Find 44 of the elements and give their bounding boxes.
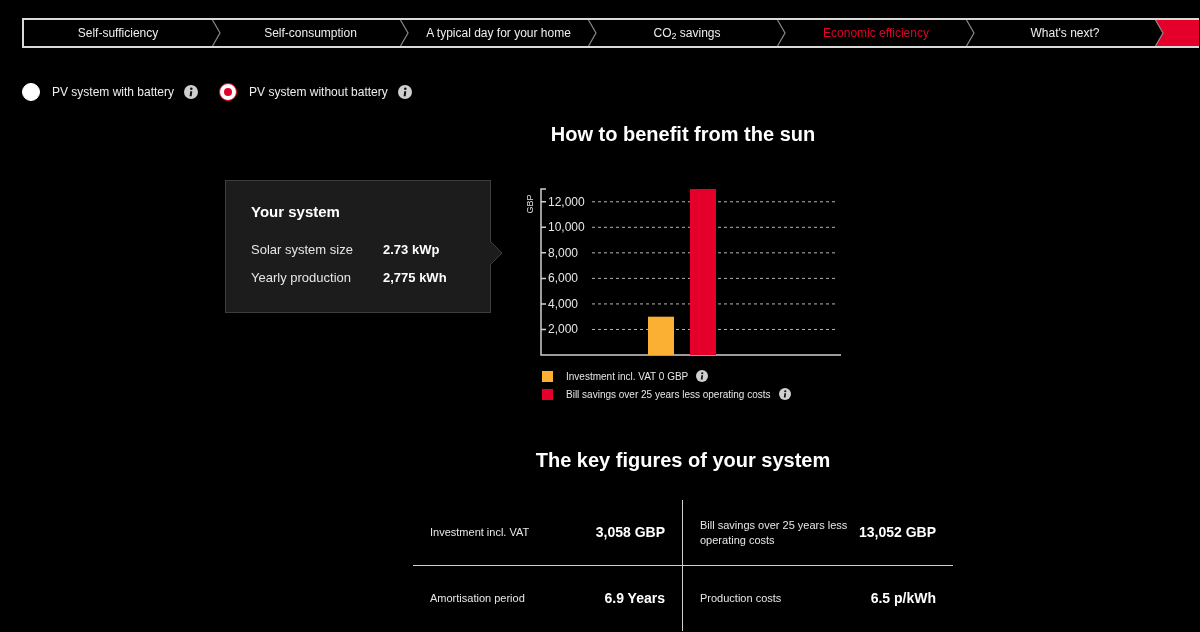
figure-label: Bill savings over 25 years less operating costs — [700, 517, 849, 548]
section-title: How to benefit from the sun — [550, 122, 816, 146]
figure-label: Production costs — [700, 591, 782, 606]
figure-label: Investment incl. VAT — [430, 525, 530, 540]
info-icon[interactable] — [397, 85, 412, 99]
option-label[interactable]: PV system with battery — [52, 83, 175, 101]
spec-label: Yearly production — [251, 269, 352, 287]
axis-title: GBP — [525, 194, 535, 214]
chevron-icon — [777, 20, 786, 46]
figure-value: 13,052 GBP — [858, 523, 936, 542]
figure-value: 6.5 p/kWh — [870, 589, 936, 608]
nav-tab[interactable]: CO$_{2}$ savings — [597, 20, 777, 46]
radio-button[interactable] — [219, 83, 238, 101]
section-title: The key figures of your system — [535, 448, 831, 472]
card-title: Your system — [251, 203, 341, 221]
chevron-icon — [400, 20, 409, 46]
nav-tab[interactable]: What's next? — [975, 20, 1155, 46]
chevron-icon — [966, 20, 975, 46]
chevron-icon — [212, 20, 221, 46]
axis-tick-label: 6,000 — [548, 271, 579, 286]
figure-value: 6.9 Years — [604, 589, 665, 608]
option-label[interactable]: PV system without battery — [249, 83, 388, 101]
axis-tick-label: 4,000 — [548, 296, 579, 311]
chart-bar — [648, 316, 674, 355]
info-icon[interactable] — [184, 85, 199, 99]
nav-tab[interactable]: Self-consumption — [221, 20, 400, 46]
spec-label: Solar system size — [251, 241, 354, 259]
spec-value: 2,775 kWh — [383, 269, 448, 287]
figure-label: Amortisation period — [430, 591, 525, 606]
chevron-icon — [588, 20, 597, 46]
axis-tick-label: 12,000 — [548, 194, 585, 209]
nav-tab[interactable]: A typical day for your home — [409, 20, 588, 46]
axis-tick-label: 8,000 — [548, 245, 579, 260]
legend-label: Bill savings over 25 years less operating costs — [566, 387, 771, 402]
nav-end-segment[interactable] — [1155, 20, 1199, 46]
axis-tick-label: 2,000 — [548, 322, 579, 337]
axis-tick-label: 10,000 — [548, 220, 585, 235]
nav-tab[interactable]: Economic efficiency — [786, 20, 966, 46]
info-icon[interactable] — [696, 370, 709, 382]
info-icon[interactable] — [778, 388, 791, 400]
spec-value: 2.73 kWp — [383, 241, 441, 259]
nav-tab[interactable]: Self-sufficiency — [24, 20, 212, 46]
figure-value: 3,058 GBP — [595, 523, 665, 542]
legend-label: Investment incl. VAT 0 GBP — [566, 369, 689, 384]
